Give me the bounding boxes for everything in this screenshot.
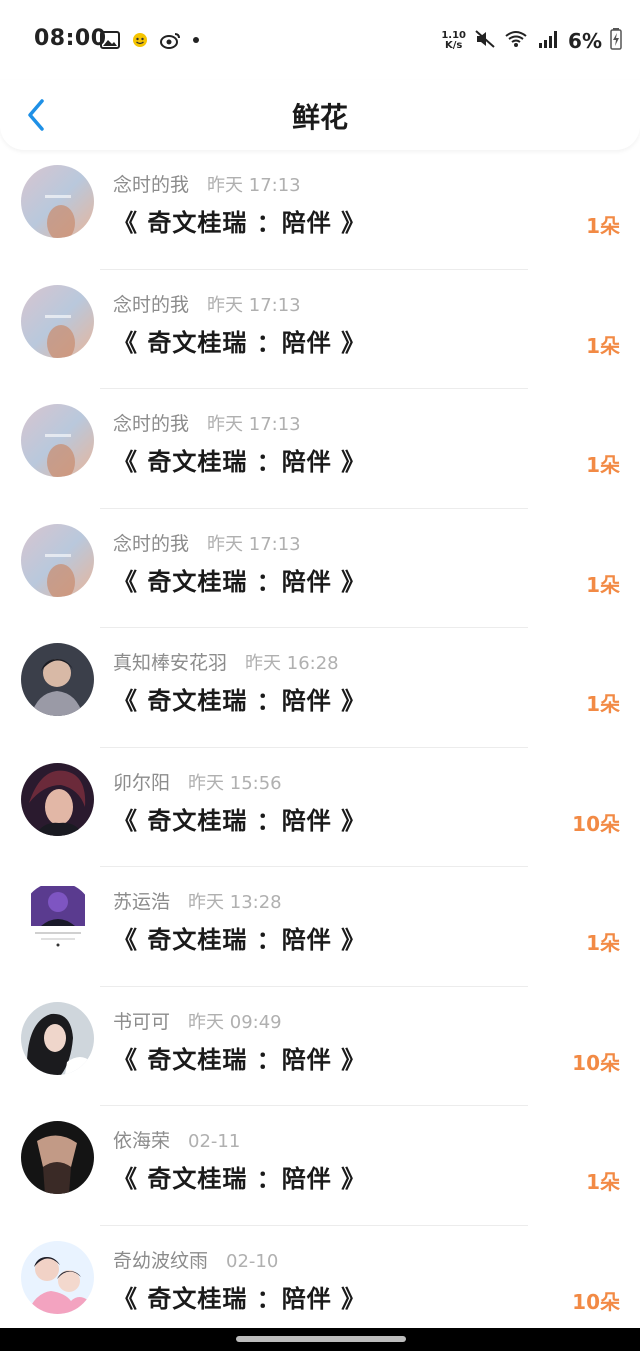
work-title[interactable]: 《 奇文桂瑞 ：陪伴 》: [113, 1159, 366, 1194]
work-title[interactable]: 《 奇文桂瑞 ：陪伴 》: [113, 562, 366, 597]
username[interactable]: 真知棒安花羽: [113, 648, 227, 675]
avatar[interactable]: [21, 165, 94, 238]
avatar[interactable]: [21, 284, 94, 358]
list-item[interactable]: 奇幼波纹雨 02-10 《 奇文桂瑞 ：陪伴 》 10朵: [0, 1226, 640, 1329]
timestamp: 昨天 13:28: [188, 892, 282, 913]
work-title[interactable]: 《 奇文桂瑞 ：陪伴 》: [113, 1279, 366, 1314]
net-speed: 1.10 K/s: [441, 31, 466, 51]
smiley-icon: [130, 31, 150, 53]
mute-icon: [474, 29, 496, 53]
dot-icon: [192, 31, 200, 53]
timestamp: 02-11: [188, 1131, 241, 1152]
list-item[interactable]: 苏运浩 昨天 13:28 《 奇文桂瑞 ：陪伴 》 1朵: [0, 867, 640, 987]
flower-count: 1朵: [586, 1170, 620, 1194]
item-meta: 念时的我 昨天 17:13: [113, 529, 301, 556]
wifi-icon: [504, 29, 530, 53]
status-bar: 08:00 1.10 K/s 6%: [0, 0, 640, 80]
list-item[interactable]: 卯尔阳 昨天 15:56 《 奇文桂瑞 ：陪伴 》 10朵: [0, 748, 640, 867]
flower-count: 1朵: [586, 692, 620, 716]
image-icon: [100, 31, 120, 53]
avatar[interactable]: [21, 762, 94, 836]
signal-icon: [538, 29, 560, 53]
avatar[interactable]: [21, 404, 94, 477]
flower-list: 念时的我 昨天 17:13 《 奇文桂瑞 ：陪伴 》 1朵 念时的我 昨天 17…: [0, 150, 640, 1328]
work-title[interactable]: 《 奇文桂瑞 ：陪伴 》: [113, 920, 366, 955]
item-meta: 奇幼波纹雨 02-10: [113, 1246, 278, 1273]
avatar[interactable]: [21, 1121, 94, 1194]
username[interactable]: 卯尔阳: [113, 768, 170, 795]
system-icons: 1.10 K/s 6%: [441, 28, 622, 54]
flower-count: 1朵: [586, 214, 620, 238]
status-time: 08:00: [34, 26, 107, 51]
username[interactable]: 奇幼波纹雨: [113, 1246, 208, 1273]
timestamp: 昨天 17:13: [207, 533, 301, 555]
timestamp: 昨天 17:13: [207, 175, 301, 196]
username[interactable]: 依海荣: [113, 1126, 170, 1153]
list-item[interactable]: 依海荣 02-11 《 奇文桂瑞 ：陪伴 》 1朵: [0, 1106, 640, 1226]
work-title[interactable]: 《 奇文桂瑞 ：陪伴 》: [113, 323, 366, 358]
item-meta: 苏运浩 昨天 13:28: [113, 887, 282, 914]
flower-count: 1朵: [586, 931, 620, 955]
avatar[interactable]: [21, 643, 94, 716]
timestamp: 昨天 17:13: [207, 414, 301, 435]
battery-charging-icon: [610, 28, 622, 54]
nav-bar: 鲜花: [0, 80, 640, 150]
username[interactable]: 苏运浩: [113, 887, 170, 914]
weibo-icon: [160, 31, 182, 53]
flower-count: 10朵: [572, 1289, 620, 1314]
timestamp: 昨天 16:28: [245, 653, 339, 674]
item-meta: 书可可 昨天 09:49: [113, 1007, 282, 1034]
item-meta: 依海荣 02-11: [113, 1126, 240, 1153]
notification-icons: [100, 31, 200, 53]
avatar[interactable]: [21, 882, 94, 955]
item-meta: 念时的我 昨天 17:13: [113, 170, 301, 197]
list-item[interactable]: 念时的我 昨天 17:13 《 奇文桂瑞 ：陪伴 》 1朵: [0, 389, 640, 509]
username[interactable]: 书可可: [113, 1007, 170, 1034]
username[interactable]: 念时的我: [113, 170, 189, 197]
flower-count: 10朵: [572, 1050, 620, 1075]
timestamp: 昨天 15:56: [188, 772, 282, 794]
flower-count: 1朵: [586, 453, 620, 477]
timestamp: 昨天 09:49: [188, 1011, 282, 1033]
list-item[interactable]: 真知棒安花羽 昨天 16:28 《 奇文桂瑞 ：陪伴 》 1朵: [0, 628, 640, 748]
flower-count: 1朵: [586, 572, 620, 597]
work-title[interactable]: 《 奇文桂瑞 ：陪伴 》: [113, 442, 366, 477]
avatar[interactable]: [21, 523, 94, 597]
timestamp: 02-10: [226, 1250, 279, 1272]
battery-level: 6%: [568, 29, 602, 53]
page-title: 鲜花: [291, 101, 348, 134]
avatar[interactable]: [21, 1001, 94, 1075]
net-speed-unit: K/s: [445, 40, 463, 51]
flower-count: 10朵: [572, 811, 620, 836]
timestamp: 昨天 17:13: [207, 294, 301, 316]
work-title[interactable]: 《 奇文桂瑞 ：陪伴 》: [113, 681, 366, 716]
work-title[interactable]: 《 奇文桂瑞 ：陪伴 》: [113, 1040, 366, 1075]
username[interactable]: 念时的我: [113, 529, 189, 556]
avatar[interactable]: [21, 1240, 94, 1314]
flower-count: 1朵: [586, 333, 620, 358]
list-item[interactable]: 念时的我 昨天 17:13 《 奇文桂瑞 ：陪伴 》 1朵: [0, 150, 640, 270]
home-indicator[interactable]: [236, 1336, 406, 1342]
item-meta: 真知棒安花羽 昨天 16:28: [113, 648, 339, 675]
work-title[interactable]: 《 奇文桂瑞 ：陪伴 》: [113, 801, 366, 836]
work-title[interactable]: 《 奇文桂瑞 ：陪伴 》: [113, 203, 366, 238]
list-item[interactable]: 念时的我 昨天 17:13 《 奇文桂瑞 ：陪伴 》 1朵: [0, 509, 640, 628]
list-item[interactable]: 念时的我 昨天 17:13 《 奇文桂瑞 ：陪伴 》 1朵: [0, 270, 640, 389]
list-item[interactable]: 书可可 昨天 09:49 《 奇文桂瑞 ：陪伴 》 10朵: [0, 987, 640, 1106]
username[interactable]: 念时的我: [113, 409, 189, 436]
username[interactable]: 念时的我: [113, 290, 189, 317]
item-meta: 念时的我 昨天 17:13: [113, 290, 301, 317]
item-meta: 卯尔阳 昨天 15:56: [113, 768, 282, 795]
item-meta: 念时的我 昨天 17:13: [113, 409, 301, 436]
gesture-bar: [0, 1328, 640, 1351]
